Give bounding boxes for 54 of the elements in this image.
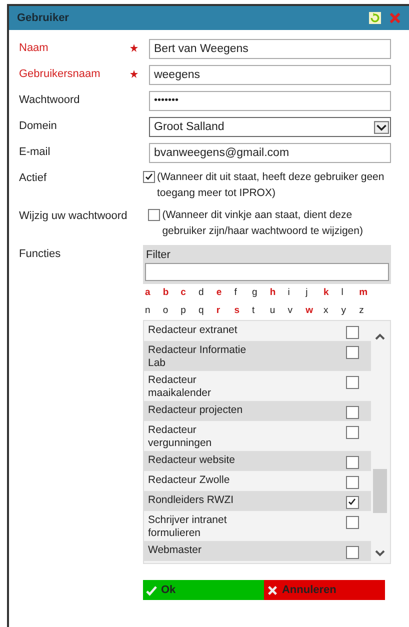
- letter-link[interactable]: g: [252, 286, 270, 300]
- function-name: Redacteur maaikalender: [148, 374, 212, 399]
- ok-button[interactable]: Ok: [142, 580, 264, 600]
- letter-link[interactable]: i: [288, 286, 306, 300]
- function-name: Redacteur vergunningen: [148, 424, 213, 449]
- letter-link[interactable]: t: [252, 304, 270, 318]
- letter-link[interactable]: p: [180, 304, 199, 318]
- function-name: Redacteur Informatie Lab: [148, 344, 248, 369]
- letter-link[interactable]: y: [341, 304, 360, 318]
- letter-link[interactable]: c: [180, 286, 199, 300]
- letter-link[interactable]: h: [270, 286, 288, 300]
- input-field[interactable]: bvanweegens@gmail.com: [148, 143, 391, 163]
- letter-link[interactable]: r: [216, 304, 234, 318]
- letter-link[interactable]: w: [306, 304, 324, 318]
- letter-link[interactable]: e: [216, 286, 234, 300]
- letter-link[interactable]: z: [359, 304, 377, 318]
- filter-label: Filter: [144, 248, 172, 263]
- field-label: Gebruikersnaam: [19, 67, 100, 82]
- letter-link[interactable]: l: [341, 286, 360, 300]
- field-label: Wachtwoord: [19, 93, 80, 108]
- input-field[interactable]: •••••••: [148, 91, 391, 111]
- domain-select[interactable]: Groot Salland: [149, 117, 391, 137]
- window-title: Gebruiker: [17, 12, 70, 24]
- field-label: Actief: [19, 171, 47, 186]
- letter-link[interactable]: u: [270, 304, 288, 318]
- function-name: Redacteur extranet: [148, 324, 238, 336]
- input-field[interactable]: weegens: [148, 65, 391, 85]
- letter-link[interactable]: b: [162, 286, 181, 300]
- letter-link[interactable]: k: [323, 286, 342, 300]
- letter-link[interactable]: s: [234, 304, 252, 318]
- checkbox-note: (Wanneer dit uit staat, heeft deze gebruiker geen toegang meer tot IPROX): [156, 170, 386, 201]
- letter-link[interactable]: m: [359, 286, 377, 300]
- function-name: Schrijver intranet formulieren: [148, 514, 228, 539]
- letter-link[interactable]: v: [288, 304, 306, 318]
- field-label: Wijzig uw wachtwoord: [19, 209, 128, 224]
- letter-link[interactable]: a: [144, 286, 163, 300]
- function-name: Rondleiders RWZI: [148, 494, 235, 506]
- letter-link[interactable]: x: [323, 304, 342, 318]
- field-label: E-mail: [19, 145, 50, 160]
- field-label: Functies: [19, 247, 61, 262]
- field-label: Domein: [19, 119, 57, 134]
- letter-link[interactable]: o: [162, 304, 181, 318]
- function-name: Redacteur projecten: [148, 404, 244, 416]
- letter-link[interactable]: q: [198, 304, 216, 318]
- letter-link[interactable]: d: [198, 286, 216, 300]
- function-name: Redacteur Zwolle: [148, 474, 231, 486]
- function-name: Redacteur website: [148, 454, 236, 466]
- letter-link[interactable]: f: [234, 286, 252, 300]
- input-field[interactable]: Bert van Weegens: [149, 39, 391, 59]
- letter-link[interactable]: j: [306, 286, 324, 300]
- function-name: Webmaster: [148, 544, 202, 556]
- letter-link[interactable]: n: [144, 304, 163, 318]
- field-label: Naam: [19, 41, 48, 56]
- checkbox-note: (Wanneer dit vinkje aan staat, dient deze gebruiker zijn/haar wachtwoord te wijzigen): [162, 208, 364, 239]
